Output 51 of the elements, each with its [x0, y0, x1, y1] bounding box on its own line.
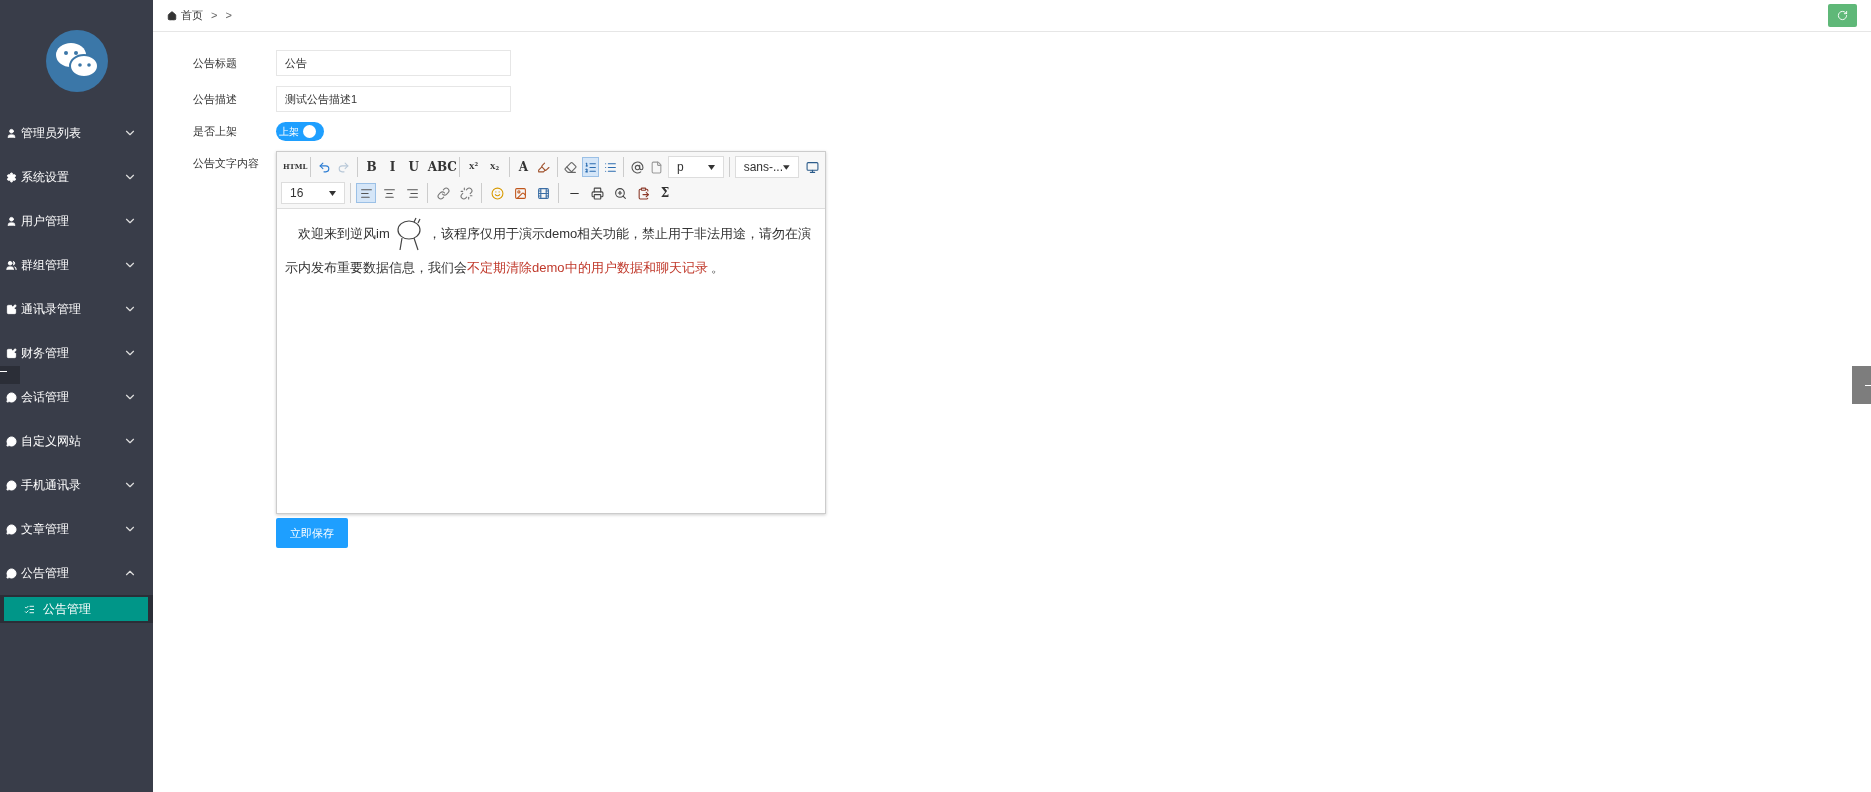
sidebar-menu-item[interactable]: 文章管理: [0, 517, 153, 541]
sidebar-menu-item[interactable]: 手机通讯录: [0, 473, 153, 497]
sidebar-menu-item[interactable]: 系统设置: [0, 165, 153, 189]
chat-icon: [6, 435, 17, 447]
refresh-icon: [1837, 10, 1848, 21]
breadcrumb-separator: >: [225, 8, 232, 24]
submenu-item[interactable]: 公告管理: [4, 597, 148, 621]
toolbar-button[interactable]: A: [514, 157, 533, 177]
ordered-list-icon[interactable]: [582, 157, 599, 177]
chat-icon: [6, 523, 17, 535]
sidebar-menu-item[interactable]: 群组管理: [0, 253, 153, 277]
sidebar-menu-item[interactable]: 用户管理: [0, 209, 153, 233]
description-input[interactable]: 测试公告描述1: [276, 86, 511, 112]
list-icon: [24, 603, 35, 615]
user-icon: [6, 215, 17, 227]
breadcrumb-separator: >: [211, 8, 218, 24]
dropdown-select[interactable]: p: [668, 156, 724, 178]
sidebar-menu-item[interactable]: 会话管理: [0, 385, 153, 409]
title-input[interactable]: 公告: [276, 50, 511, 76]
field-label: 是否上架: [193, 124, 238, 140]
dropdown-select[interactable]: 16: [281, 182, 345, 204]
home-icon: [167, 10, 177, 21]
gear-icon: [6, 171, 17, 183]
chat-icon: [6, 391, 17, 403]
breadcrumb-link[interactable]: 首页: [181, 7, 203, 24]
field-label: 公告描述: [193, 91, 238, 107]
group-icon: [6, 259, 17, 271]
sidebar-menu-item[interactable]: 财务管理: [0, 341, 153, 365]
sidebar-menu-item[interactable]: 通讯录管理: [0, 297, 153, 321]
align-left-icon[interactable]: [356, 183, 376, 203]
user-icon: [6, 127, 17, 139]
toolbar-button[interactable]: B: [362, 157, 381, 177]
toolbar-button[interactable]: I: [383, 157, 402, 177]
toolbar-button[interactable]: Σ: [656, 183, 674, 203]
dropdown-select[interactable]: sans-...: [734, 156, 799, 178]
sidebar-menu-item[interactable]: 自定义网站: [0, 429, 153, 453]
editor-text: 欢迎来到逆风im ，该程序仅用于演示demo相关功能，禁止用于非法用途，请勿在演示内发布重要数据信息，我们会不定期清除demo中的用户数据和聊天记录 。: [277, 209, 825, 291]
field-label: 公告文字内容: [193, 156, 260, 171]
sidebar-menu-item[interactable]: 公告管理: [0, 561, 153, 585]
chat-icon: [6, 479, 17, 491]
caret-icon: [329, 190, 336, 196]
logo-icon: [45, 30, 108, 92]
caret-icon: [707, 164, 715, 170]
toolbar-button[interactable]: U: [404, 157, 423, 177]
edit-icon: [6, 303, 17, 315]
chat-icon: [6, 567, 17, 579]
sidebar-menu-item[interactable]: 管理员列表: [0, 121, 153, 145]
caret-icon: [783, 164, 790, 170]
field-label: 公告标题: [193, 55, 238, 71]
edit-icon: [6, 347, 17, 359]
toolbar-button[interactable]: ABC: [425, 157, 454, 177]
